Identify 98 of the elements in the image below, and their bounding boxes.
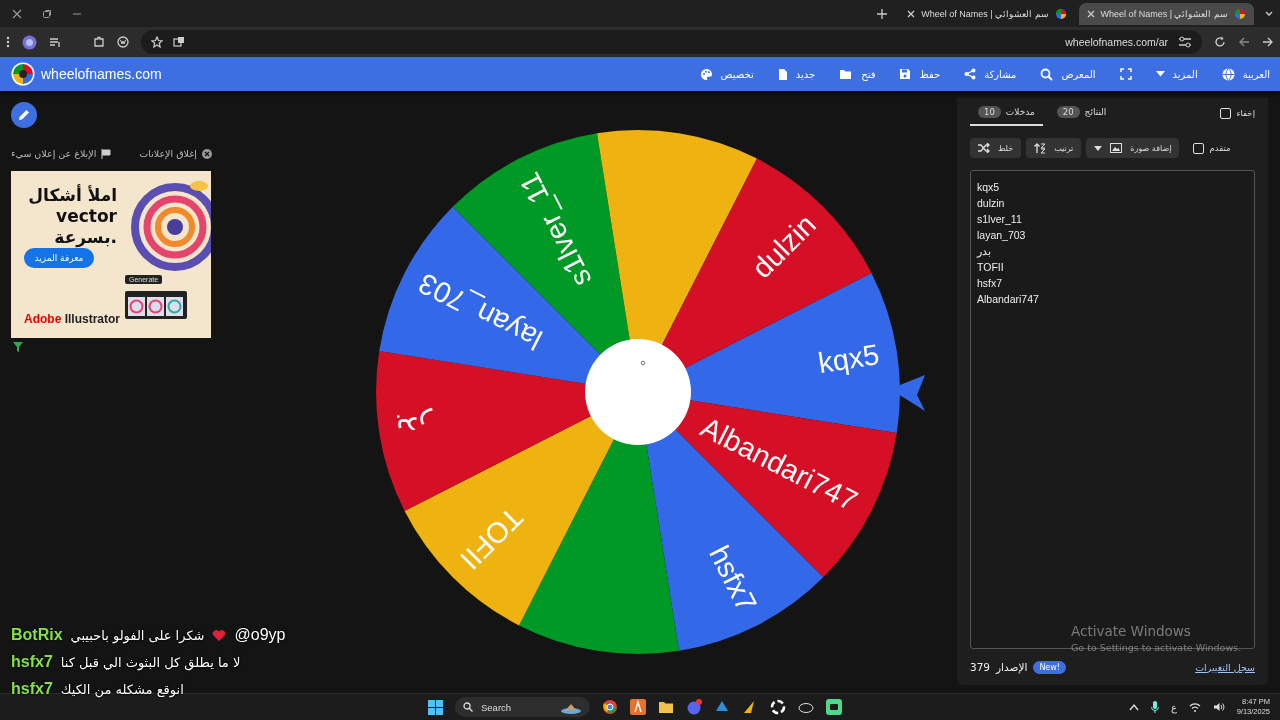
wheel-icon xyxy=(1054,7,1067,20)
slice-label: kqx5 xyxy=(816,338,882,380)
version-number: 379 xyxy=(970,661,991,673)
chat-username: BotRix xyxy=(11,626,63,644)
ad-brand: Adobe Illustrator xyxy=(24,312,121,326)
entry-line: kqx5 xyxy=(977,181,1000,193)
new-badge: New! xyxy=(1033,660,1067,674)
wheel-logo-icon[interactable] xyxy=(11,62,35,86)
chat-username: hsfx7 xyxy=(11,653,53,671)
back-icon[interactable] xyxy=(1238,36,1250,48)
filter-icon xyxy=(13,342,23,352)
playlist-icon[interactable] xyxy=(49,36,61,48)
nav-menu[interactable]: المزيد xyxy=(1155,66,1198,82)
fullscreen-icon[interactable] xyxy=(1119,68,1132,80)
heart-icon xyxy=(212,628,227,642)
nav-link[interactable]: المعرض xyxy=(1040,65,1096,83)
start-icon[interactable] xyxy=(428,699,443,715)
slice-label: بدر xyxy=(394,408,437,446)
folder-icon[interactable] xyxy=(658,699,674,715)
thumbnails-drawing xyxy=(125,291,187,319)
save-icon xyxy=(899,68,912,80)
speaker-icon[interactable] xyxy=(1212,702,1225,712)
close-icon[interactable] xyxy=(1086,9,1095,18)
add-image-dropdown[interactable]: إضافة صورة xyxy=(1086,138,1180,158)
nav-link[interactable]: جديد xyxy=(777,65,816,83)
ring-icon[interactable] xyxy=(770,699,786,715)
wheel-hub[interactable] xyxy=(585,339,691,445)
sort-icon xyxy=(1034,142,1047,154)
close-ads-link[interactable]: إغلاق الإعلانات xyxy=(139,148,212,159)
share-icon xyxy=(964,68,977,80)
menu-icon[interactable] xyxy=(6,36,10,48)
image-icon xyxy=(1110,143,1123,153)
entry-line: بدر xyxy=(977,245,991,257)
edit-button[interactable] xyxy=(11,102,37,128)
address-field[interactable]: wheelofnames.com/ar xyxy=(1065,36,1168,48)
forward-icon[interactable] xyxy=(1262,36,1274,48)
nav-link[interactable]: العربية xyxy=(1221,65,1270,83)
version-label: الإصدار xyxy=(996,661,1028,673)
tab-icon[interactable] xyxy=(173,36,185,48)
flag-icon xyxy=(101,148,112,159)
chat-message: شكرا على الفولو باحبيبي xyxy=(70,627,205,643)
chat-mention: @o9yp xyxy=(234,626,286,644)
entry-line: s1lver_11 xyxy=(977,213,1022,225)
close-icon[interactable] xyxy=(12,8,22,19)
close-icon[interactable] xyxy=(907,9,916,18)
chat-username: hsfx7 xyxy=(11,680,53,698)
microphone-icon[interactable] xyxy=(1150,701,1159,713)
caret-icon xyxy=(1155,71,1165,77)
checkbox[interactable] xyxy=(1193,142,1205,154)
app-icon[interactable] xyxy=(630,699,646,715)
chevron-up-icon[interactable] xyxy=(1128,703,1139,711)
search-icon xyxy=(463,702,473,712)
shuffle-icon xyxy=(978,143,990,153)
learn-more-button[interactable]: معرفة المزيد xyxy=(24,248,94,268)
star-icon[interactable] xyxy=(151,36,163,48)
pencil-icon xyxy=(18,109,30,121)
nav-link[interactable]: حفظ xyxy=(899,66,941,82)
browser-tab[interactable]: Wheel of Names | سم العشوائي xyxy=(1078,2,1254,25)
tune-icon[interactable] xyxy=(1178,36,1192,48)
checkbox[interactable] xyxy=(1220,107,1232,119)
site-logo-text[interactable]: wheelofnames.com xyxy=(41,66,162,82)
checkbox-label: إخفاء xyxy=(1236,108,1255,118)
input-language[interactable]: ع xyxy=(1170,701,1177,713)
nav-link[interactable]: مشاركة xyxy=(964,66,1017,82)
chat-message: انوقع مشكله من الكيك xyxy=(60,681,184,697)
new-tab-icon[interactable] xyxy=(877,8,888,19)
circle-logo-icon[interactable] xyxy=(117,36,129,48)
entry-line: dulzin xyxy=(977,197,1005,209)
hub-dot-icon xyxy=(640,360,646,366)
nav-link[interactable]: فتح xyxy=(839,66,876,82)
file-icon xyxy=(777,67,788,81)
entry-line: layan_703 xyxy=(977,229,1026,241)
tool-button[interactable]: خلط xyxy=(970,138,1022,158)
entry-line: hsfx7 xyxy=(977,277,1003,289)
palette-icon xyxy=(699,67,713,81)
caret-icon xyxy=(1094,145,1103,151)
close-icon xyxy=(201,148,212,159)
tool-button[interactable]: ترتيب xyxy=(1026,138,1082,158)
browser-icon[interactable] xyxy=(602,699,618,715)
chat-message: لا ما يطلق كل البثوث الي قبل كنا xyxy=(60,654,241,670)
entry-line: Albandari747 xyxy=(977,293,1039,305)
entry-line: TOFII xyxy=(977,261,1004,273)
wheel-icon xyxy=(1234,7,1246,20)
nav-link[interactable]: تخصيص xyxy=(699,65,754,83)
folder-icon xyxy=(839,68,854,80)
restore-icon[interactable] xyxy=(42,8,52,19)
wifi-icon[interactable] xyxy=(1188,702,1201,712)
globe-icon xyxy=(1221,67,1235,81)
checkbox-label: متقدم xyxy=(1209,143,1231,153)
browser-tab[interactable]: Wheel of Names | سم العشوائي xyxy=(899,2,1075,25)
avatar-icon[interactable] xyxy=(22,34,37,50)
taskbar-search[interactable]: Search xyxy=(455,697,590,717)
activation-title: Activate Windows xyxy=(1071,623,1192,639)
report-ad-link[interactable]: الإبلاغ عن إعلان سيء xyxy=(11,148,112,159)
changelog-link[interactable]: سجل التغييرات xyxy=(1195,661,1255,673)
slice-label: hsfx7 xyxy=(703,540,764,617)
search-icon xyxy=(1040,67,1054,81)
reload-icon[interactable] xyxy=(1214,36,1226,48)
